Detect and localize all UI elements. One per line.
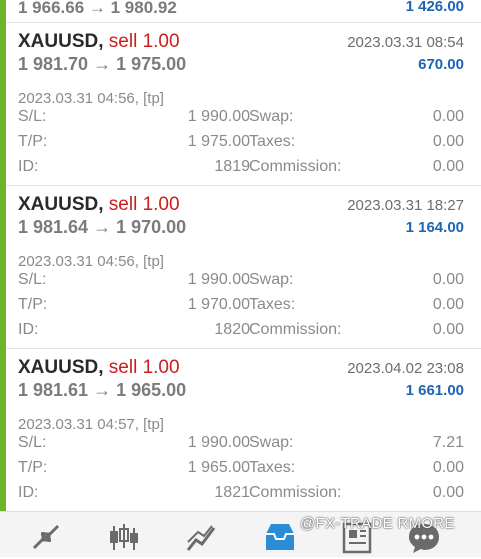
detail-row-id: ID: 1820 Commission: 0.00	[18, 321, 464, 341]
sl-value: 1 990.00	[187, 108, 250, 125]
swap-value: 0.00	[432, 108, 464, 125]
trade-profit: 1 426.00	[405, 0, 464, 15]
trade-profit: 1 661.00	[405, 382, 464, 399]
detail-row-sl: S/L: 1 990.00 Swap: 7.21	[18, 434, 464, 454]
taxes-value: 0.00	[432, 133, 464, 150]
trade-symbol: XAUUSD, sell 1.00	[18, 194, 180, 215]
trade-item[interactable]: XAUUSD, sell 1.00 2023.03.31 18:27 1 981…	[0, 185, 481, 349]
tp-label: T/P:	[18, 133, 48, 150]
taxes-label: Taxes:	[249, 133, 296, 150]
swap-label: Swap:	[249, 108, 294, 125]
sl-value: 1 990.00	[187, 271, 250, 288]
detail-row-tp: T/P: 1 965.00 Taxes: 0.00	[18, 459, 464, 479]
id-value: 1819	[214, 158, 250, 175]
trade-item[interactable]: XAUUSD, sell 1.00 2023.03.31 08:54 1 981…	[0, 22, 481, 186]
sl-label: S/L:	[18, 108, 47, 125]
id-value: 1821	[214, 484, 250, 501]
profit-indicator-bar	[0, 185, 6, 348]
commission-value: 0.00	[432, 321, 464, 338]
commission-label: Commission:	[249, 158, 342, 175]
id-value: 1820	[214, 321, 250, 338]
profit-indicator-bar	[0, 22, 6, 185]
swap-value: 7.21	[432, 434, 464, 451]
history-icon[interactable]	[262, 520, 298, 554]
close-time: 2023.03.31 08:54	[347, 34, 464, 51]
detail-row-sl: S/L: 1 990.00 Swap: 0.00	[18, 108, 464, 128]
id-label: ID:	[18, 321, 39, 338]
tp-label: T/P:	[18, 296, 48, 313]
tp-value: 1 965.00	[187, 459, 250, 476]
chart-icon[interactable]	[106, 520, 142, 554]
trade-side: sell 1.00	[108, 194, 180, 215]
trade-prices: 1 981.64 → 1 970.00	[18, 217, 187, 237]
taxes-label: Taxes:	[249, 296, 296, 313]
close-time: 2023.04.02 23:08	[347, 360, 464, 377]
quotes-icon[interactable]	[28, 520, 64, 554]
detail-row-id: ID: 1821 Commission: 0.00	[18, 484, 464, 504]
commission-label: Commission:	[249, 321, 342, 338]
sl-value: 1 990.00	[187, 434, 250, 451]
trade-prices: 1 981.61 → 1 965.00	[18, 380, 187, 400]
trade-symbol: XAUUSD, sell 1.00	[18, 357, 180, 378]
detail-row-sl: S/L: 1 990.00 Swap: 0.00	[18, 271, 464, 291]
swap-label: Swap:	[249, 271, 294, 288]
trade-profit: 1 164.00	[405, 219, 464, 236]
trade-icon[interactable]	[184, 520, 220, 554]
swap-label: Swap:	[249, 434, 294, 451]
taxes-label: Taxes:	[249, 459, 296, 476]
taxes-value: 0.00	[432, 459, 464, 476]
commission-value: 0.00	[432, 158, 464, 175]
taxes-value: 0.00	[432, 296, 464, 313]
sl-label: S/L:	[18, 434, 47, 451]
swap-value: 0.00	[432, 271, 464, 288]
profit-indicator-bar	[0, 0, 6, 22]
trade-profit: 670.00	[418, 56, 464, 73]
close-time: 2023.03.31 18:27	[347, 197, 464, 214]
tp-value: 1 975.00	[187, 133, 250, 150]
tp-value: 1 970.00	[187, 296, 250, 313]
detail-row-id: ID: 1819 Commission: 0.00	[18, 158, 464, 178]
watermark-text: @FX-TRADE RMORE	[300, 515, 455, 532]
profit-indicator-bar	[0, 348, 6, 511]
commission-value: 0.00	[432, 484, 464, 501]
trade-symbol: XAUUSD, sell 1.00	[18, 31, 180, 52]
open-info: 2023.03.31 04:56, [tp]	[18, 90, 164, 107]
open-info: 2023.03.31 04:56, [tp]	[18, 253, 164, 270]
trade-prices: 1 981.70 → 1 975.00	[18, 54, 187, 74]
detail-row-tp: T/P: 1 970.00 Taxes: 0.00	[18, 296, 464, 316]
trade-side: sell 1.00	[108, 357, 180, 378]
id-label: ID:	[18, 158, 39, 175]
trade-item[interactable]: XAUUSD, sell 1.00 2023.04.02 23:08 1 981…	[0, 348, 481, 512]
trade-prices: 1 966.66 → 1 980.92	[18, 0, 177, 17]
sl-label: S/L:	[18, 271, 47, 288]
tp-label: T/P:	[18, 459, 48, 476]
open-info: 2023.03.31 04:57, [tp]	[18, 416, 164, 433]
trade-item-partial[interactable]: 1 966.66 → 1 980.92 1 426.00	[0, 0, 481, 23]
detail-row-tp: T/P: 1 975.00 Taxes: 0.00	[18, 133, 464, 153]
id-label: ID:	[18, 484, 39, 501]
commission-label: Commission:	[249, 484, 342, 501]
trade-side: sell 1.00	[108, 31, 180, 52]
